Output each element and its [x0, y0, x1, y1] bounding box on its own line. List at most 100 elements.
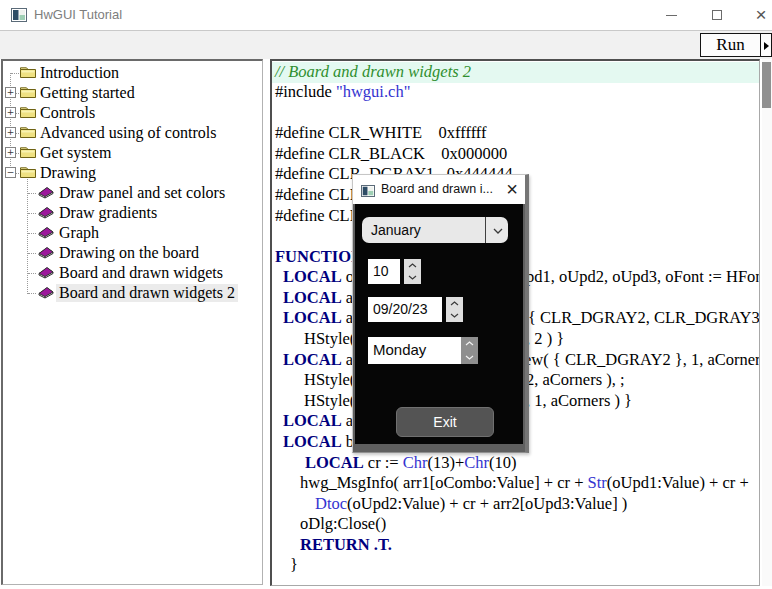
- code-token: Chr: [464, 453, 489, 472]
- number-spinner-field[interactable]: 10: [368, 259, 400, 284]
- tree-item-label: Controls: [40, 104, 95, 122]
- tree-item-label: Board and drawn widgets 2: [56, 284, 238, 302]
- folder-icon: [19, 85, 37, 104]
- folder-icon: [19, 105, 37, 124]
- book-icon: [36, 285, 55, 304]
- tree-item[interactable]: Board and drawn widgets 2: [3, 283, 262, 303]
- code-line: oDlg:Close(): [272, 514, 759, 535]
- code-line: // Board and drawn widgets 2: [272, 62, 759, 83]
- month-combobox[interactable]: January: [362, 217, 508, 243]
- maximize-icon: [712, 10, 722, 20]
- date-spinner-buttons[interactable]: [446, 297, 463, 322]
- run-dropdown-button[interactable]: [760, 33, 772, 57]
- weekday-spinner-buttons[interactable]: [461, 337, 478, 364]
- tree-item-label: Advanced using of controls: [40, 124, 216, 142]
- tree-item[interactable]: Introduction: [3, 63, 262, 83]
- code-token: LOCAL: [283, 308, 342, 327]
- code-token: , 1, aCorners ) }: [526, 391, 632, 410]
- spin-up-icon: [461, 337, 478, 351]
- tree-item[interactable]: Board and drawn widgets: [3, 263, 262, 283]
- code-token: (oUpd1:Value) + cr +: [607, 473, 749, 492]
- tree-item-label: Board and drawn widgets: [59, 264, 223, 282]
- code-line: Dtoc(oUpd2:Value) + cr + arr2[oUpd3:Valu…: [272, 494, 759, 515]
- tree-item-label: Draw panel and set colors: [59, 184, 225, 202]
- app-icon: [11, 8, 27, 26]
- code-token: , 2 ) }: [526, 329, 564, 348]
- spin-up-icon: [404, 259, 421, 272]
- dialog-icon: [361, 183, 375, 201]
- code-token: #define CLR_WHITE 0xffffff: [275, 123, 487, 142]
- code-line: }: [272, 555, 759, 576]
- code-token: Str: [588, 473, 607, 492]
- tree-panel: Introduction+Getting started+Controls+Ad…: [1, 59, 263, 585]
- expand-icon[interactable]: +: [5, 147, 16, 158]
- tree-item[interactable]: −Drawing: [3, 163, 262, 183]
- toolbar: Run: [0, 31, 772, 59]
- tree-item[interactable]: + Get system: [3, 143, 262, 163]
- collapse-icon[interactable]: −: [5, 167, 16, 178]
- window-title: HwGUI Tutorial: [34, 0, 122, 30]
- code-token: { CLR_DGRAY2, CLR_DGRAY3: [528, 308, 760, 327]
- combobox-dropdown[interactable]: [485, 217, 508, 243]
- expand-icon[interactable]: +: [5, 127, 16, 138]
- folder-icon: [19, 145, 37, 164]
- minimize-button[interactable]: [648, 0, 694, 30]
- spin-down-icon: [404, 272, 421, 285]
- dialog-window: Board and drawn i... × January 10 09/20/…: [352, 174, 529, 453]
- tree-item[interactable]: Draw gradients: [3, 203, 262, 223]
- code-token: (oUpd2:Value) + cr + arr2[oUpd3:Value] ): [347, 494, 627, 513]
- code-line: LOCAL cr := Chr(13)+Chr(10): [272, 453, 759, 474]
- tree-item[interactable]: +Getting started: [3, 83, 262, 103]
- code-token: hwg_MsgInfo( arr1[oCombo:Value] + cr +: [300, 473, 588, 492]
- expand-icon[interactable]: +: [5, 87, 16, 98]
- dialog-title: Board and drawn i...: [381, 175, 493, 204]
- number-spinner-buttons[interactable]: [404, 259, 421, 284]
- folder-icon: [19, 125, 37, 144]
- tree-item-label: Get system: [40, 144, 112, 162]
- code-token: 2, aCorners ), ;: [526, 370, 625, 389]
- tree-item[interactable]: Drawing on the board: [3, 243, 262, 263]
- dialog-close-button[interactable]: ×: [499, 175, 525, 204]
- scrollbar-thumb[interactable]: [762, 62, 771, 108]
- code-token: "hwgui.ch": [336, 82, 410, 101]
- code-line: #define CLR_WHITE 0xffffff: [272, 123, 759, 144]
- expand-icon[interactable]: +: [5, 107, 16, 118]
- book-icon: [36, 245, 55, 264]
- window-titlebar: HwGUI Tutorial ×: [0, 0, 772, 31]
- code-token: pd1, oUpd2, oUpd3, oFont := HFon: [526, 267, 760, 286]
- code-line: RETURN .T.: [272, 535, 759, 556]
- tree-item[interactable]: + Controls: [3, 103, 262, 123]
- code-token: (13)+: [428, 453, 465, 472]
- tree-item[interactable]: + Advanced using of controls: [3, 123, 262, 143]
- date-spinner-field[interactable]: 09/20/23: [368, 297, 442, 322]
- code-token: cr :=: [364, 453, 403, 472]
- maximize-button[interactable]: [694, 0, 740, 30]
- code-line: #define CLR_BLACK 0x000000: [272, 144, 759, 165]
- spin-up-icon: [446, 297, 463, 310]
- code-token: LOCAL: [283, 267, 342, 286]
- code-token: LOCAL: [283, 350, 342, 369]
- tree-item[interactable]: Graph: [3, 223, 262, 243]
- dialog-client-area: January 10 09/20/23 Monday Exit: [355, 204, 523, 444]
- spin-down-icon: [461, 351, 478, 365]
- code-token: LOCAL: [283, 411, 342, 430]
- code-token: Chr: [403, 453, 428, 472]
- code-line: #include "hwgui.ch": [272, 82, 759, 103]
- code-line: [272, 103, 759, 124]
- chevron-down-icon: [493, 228, 503, 234]
- tree-item-label: Introduction: [40, 64, 119, 82]
- weekday-spinner-field[interactable]: Monday: [368, 337, 461, 364]
- close-button[interactable]: ×: [738, 0, 772, 30]
- code-token: oDlg:Close(): [300, 514, 386, 533]
- exit-button[interactable]: Exit: [396, 407, 494, 437]
- code-token: LOCAL: [283, 288, 342, 307]
- book-icon: [36, 225, 55, 244]
- run-button[interactable]: Run: [700, 33, 761, 57]
- code-token: }: [290, 555, 298, 574]
- tree-item[interactable]: Draw panel and set colors: [3, 183, 262, 203]
- scrollbar-track[interactable]: [762, 59, 772, 586]
- code-token: #define CLR_BLACK 0x000000: [275, 144, 507, 163]
- combobox-value: January: [371, 217, 421, 243]
- code-line: hwg_MsgInfo( arr1[oCombo:Value] + cr + S…: [272, 473, 759, 494]
- code-token: LOCAL: [283, 432, 342, 451]
